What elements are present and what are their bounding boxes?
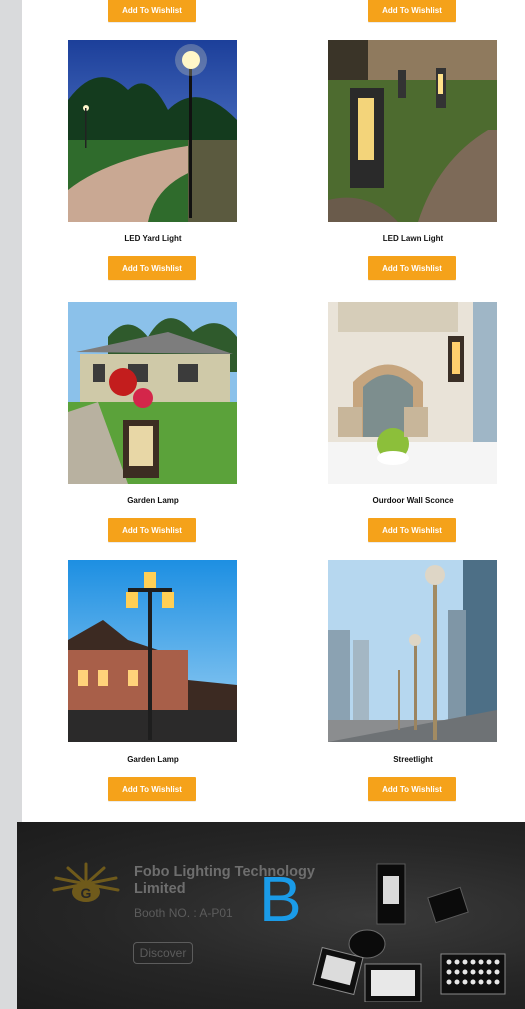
add-to-wishlist-button[interactable]: Add To Wishlist (368, 518, 456, 542)
add-to-wishlist-button[interactable]: Add To Wishlist (368, 0, 456, 22)
product-name: Streetlight (393, 755, 433, 764)
product-image-streetlight[interactable] (328, 560, 497, 742)
sun-logo-icon: G (52, 862, 120, 902)
product-name: LED Lawn Light (382, 234, 444, 243)
exhibitor-banner[interactable]: G Fobo Lighting Technology Limited Booth… (17, 822, 525, 1009)
add-to-wishlist-button[interactable]: Add To Wishlist (108, 256, 196, 280)
floodlight-products-image (312, 863, 506, 1002)
company-name: Fobo Lighting Technology Limited (134, 864, 315, 897)
product-name: LED Yard Light (124, 234, 182, 243)
svg-text:G: G (81, 885, 92, 901)
product-image-led-lawn-light[interactable] (328, 40, 497, 222)
product-name: Garden Lamp (127, 496, 179, 505)
product-name: Garden Lamp (127, 755, 179, 764)
booth-hall-badge: B (259, 863, 302, 935)
add-to-wishlist-button[interactable]: Add To Wishlist (108, 777, 196, 801)
product-image-garden-lamp[interactable] (68, 560, 237, 742)
product-name: Ourdoor Wall Sconce (372, 496, 454, 505)
add-to-wishlist-button[interactable]: Add To Wishlist (368, 777, 456, 801)
product-image-outdoor-wall-sconce[interactable] (328, 302, 497, 484)
add-to-wishlist-button[interactable]: Add To Wishlist (108, 518, 196, 542)
product-image-led-yard-light[interactable] (68, 40, 237, 222)
booth-number: Booth NO. : A-P01 (134, 906, 233, 920)
add-to-wishlist-button[interactable]: Add To Wishlist (108, 0, 196, 22)
add-to-wishlist-button[interactable]: Add To Wishlist (368, 256, 456, 280)
discover-button[interactable]: Discover (133, 942, 193, 964)
product-image-garden-lamp[interactable] (68, 302, 237, 484)
